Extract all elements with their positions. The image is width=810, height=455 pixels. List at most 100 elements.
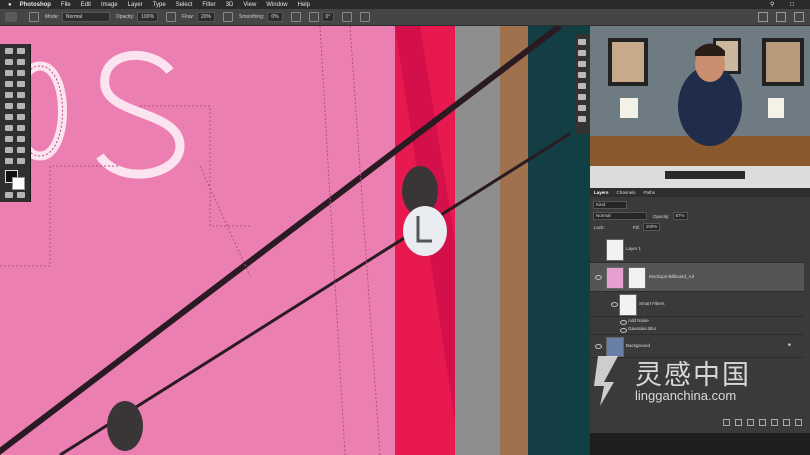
path-selection-icon[interactable] <box>17 136 25 142</box>
brush-preset-icon[interactable] <box>5 12 17 22</box>
eyedropper-icon[interactable] <box>5 81 13 87</box>
document-canvas[interactable] <box>0 26 590 455</box>
smoothing-settings-icon[interactable] <box>290 12 301 22</box>
menu-bar: ● Photoshop File Edit Image Layer Type S… <box>0 0 810 9</box>
menu-select[interactable]: Select <box>176 2 193 8</box>
menu-layer[interactable]: Layer <box>128 2 143 8</box>
eye-icon[interactable] <box>620 328 627 333</box>
layer-row-mockups-billboard[interactable]: Mockups-Billboard_Ad <box>590 263 804 292</box>
healing-tool-icon[interactable] <box>5 92 13 98</box>
menu-image[interactable]: Image <box>101 2 118 8</box>
history-panel-icon[interactable] <box>578 116 586 122</box>
smart-object-thumbnail <box>606 267 624 289</box>
brush-tool-icon[interactable] <box>17 81 25 87</box>
pressure-opacity-icon[interactable] <box>166 12 177 22</box>
smart-filters-row[interactable]: Smart Filters <box>590 292 804 317</box>
workspace-icon[interactable]: □ <box>790 2 794 8</box>
flow-field[interactable]: 20% <box>197 12 216 22</box>
new-layer-icon[interactable] <box>783 418 790 426</box>
layer-row-layer-1[interactable]: Layer 1 <box>590 236 804 263</box>
eye-icon[interactable] <box>595 344 602 349</box>
options-right-icons <box>758 12 804 22</box>
screen-mode-icon[interactable] <box>17 192 25 198</box>
zoom-tool-icon[interactable] <box>5 158 13 164</box>
brush-settings-icon[interactable] <box>578 83 586 89</box>
character-panel-icon[interactable] <box>578 94 586 100</box>
smoothing-label: Smoothing: <box>239 14 265 20</box>
shape-tool-icon[interactable] <box>5 147 13 153</box>
stamp-tool-icon[interactable] <box>17 92 25 98</box>
angle-icon[interactable] <box>308 12 319 22</box>
angle-field[interactable]: 0° <box>321 12 335 22</box>
share-icon[interactable] <box>794 12 804 22</box>
adjustment-layer-icon[interactable] <box>759 418 766 426</box>
crop-tool-icon[interactable] <box>5 70 13 76</box>
edit-toolbar-icon[interactable] <box>17 158 25 164</box>
search-icon[interactable]: ⚲ <box>770 1 774 8</box>
blend-mode-select[interactable]: Normal <box>593 212 647 220</box>
menu-3d[interactable]: 3D <box>226 2 234 8</box>
light-bulb <box>403 206 447 256</box>
dodge-tool-icon[interactable] <box>5 125 13 131</box>
frame-tool-icon[interactable] <box>17 70 25 76</box>
search-toolbar-icon[interactable] <box>758 12 768 22</box>
presenter-scene <box>590 26 810 188</box>
eye-icon[interactable] <box>611 302 618 307</box>
fill-field[interactable]: 100% <box>642 223 661 231</box>
link-layers-icon[interactable] <box>723 418 730 426</box>
watermark-chinese-text: 灵感中国 <box>635 360 751 391</box>
workspace-switch-icon[interactable] <box>776 12 786 22</box>
lasso-tool-icon[interactable] <box>5 59 13 65</box>
kind-filter-select[interactable]: Kind <box>593 201 627 209</box>
menu-help[interactable]: Help <box>298 2 310 8</box>
marquee-tool-icon[interactable] <box>17 48 25 54</box>
watermark-logo-icon <box>594 356 618 406</box>
group-icon[interactable] <box>771 418 778 426</box>
swatches-panel-icon[interactable] <box>578 50 586 56</box>
hand-tool-icon[interactable] <box>17 147 25 153</box>
fx-icon[interactable] <box>735 418 742 426</box>
menu-app-name[interactable]: Photoshop <box>20 2 51 8</box>
move-tool-icon[interactable] <box>5 48 13 54</box>
eye-icon[interactable] <box>595 275 602 280</box>
menu-filter[interactable]: Filter <box>202 2 215 8</box>
mode-label: Mode: <box>45 14 59 20</box>
menu-window[interactable]: Window <box>266 2 287 8</box>
magic-wand-icon[interactable] <box>17 59 25 65</box>
libraries-panel-icon[interactable] <box>578 72 586 78</box>
adjustments-panel-icon[interactable] <box>578 61 586 67</box>
menu-view[interactable]: View <box>243 2 256 8</box>
brush-panel-icon[interactable] <box>29 12 39 22</box>
bottom-light-socket <box>107 401 143 451</box>
gradient-tool-icon[interactable] <box>5 114 13 120</box>
type-tool-icon[interactable] <box>5 136 13 142</box>
menu-edit[interactable]: Edit <box>81 2 91 8</box>
eraser-tool-icon[interactable] <box>17 103 25 109</box>
neon-letter-s <box>96 51 185 179</box>
add-mask-icon[interactable] <box>747 418 754 426</box>
background-color-swatch[interactable] <box>12 177 25 190</box>
trash-icon[interactable] <box>795 418 802 426</box>
blend-row: Normal Opacity: 87% <box>590 212 810 220</box>
apple-icon[interactable]: ● <box>8 2 12 8</box>
tab-channels[interactable]: Channels <box>617 190 636 195</box>
tab-layers[interactable]: Layers <box>594 190 609 195</box>
history-brush-icon[interactable] <box>5 103 13 109</box>
opacity-field[interactable]: 100% <box>137 12 159 22</box>
symmetry-icon[interactable] <box>360 12 371 22</box>
smoothing-field[interactable]: 0% <box>267 12 283 22</box>
pressure-size-icon[interactable] <box>342 12 353 22</box>
layer-mask-thumbnail <box>628 267 646 289</box>
layer-opacity-field[interactable]: 87% <box>672 212 688 220</box>
quick-mask-icon[interactable] <box>5 192 13 198</box>
menu-file[interactable]: File <box>61 2 71 8</box>
blur-tool-icon[interactable] <box>17 114 25 120</box>
mode-select[interactable]: Normal <box>61 12 110 22</box>
pen-tool-icon[interactable] <box>17 125 25 131</box>
color-panel-icon[interactable] <box>578 39 586 45</box>
paragraph-panel-icon[interactable] <box>578 105 586 111</box>
filter-row-gaussian-blur[interactable]: Gaussian Blur <box>590 325 804 335</box>
tab-paths[interactable]: Paths <box>644 190 656 195</box>
airbrush-icon[interactable] <box>223 12 234 22</box>
menu-type[interactable]: Type <box>153 2 166 8</box>
